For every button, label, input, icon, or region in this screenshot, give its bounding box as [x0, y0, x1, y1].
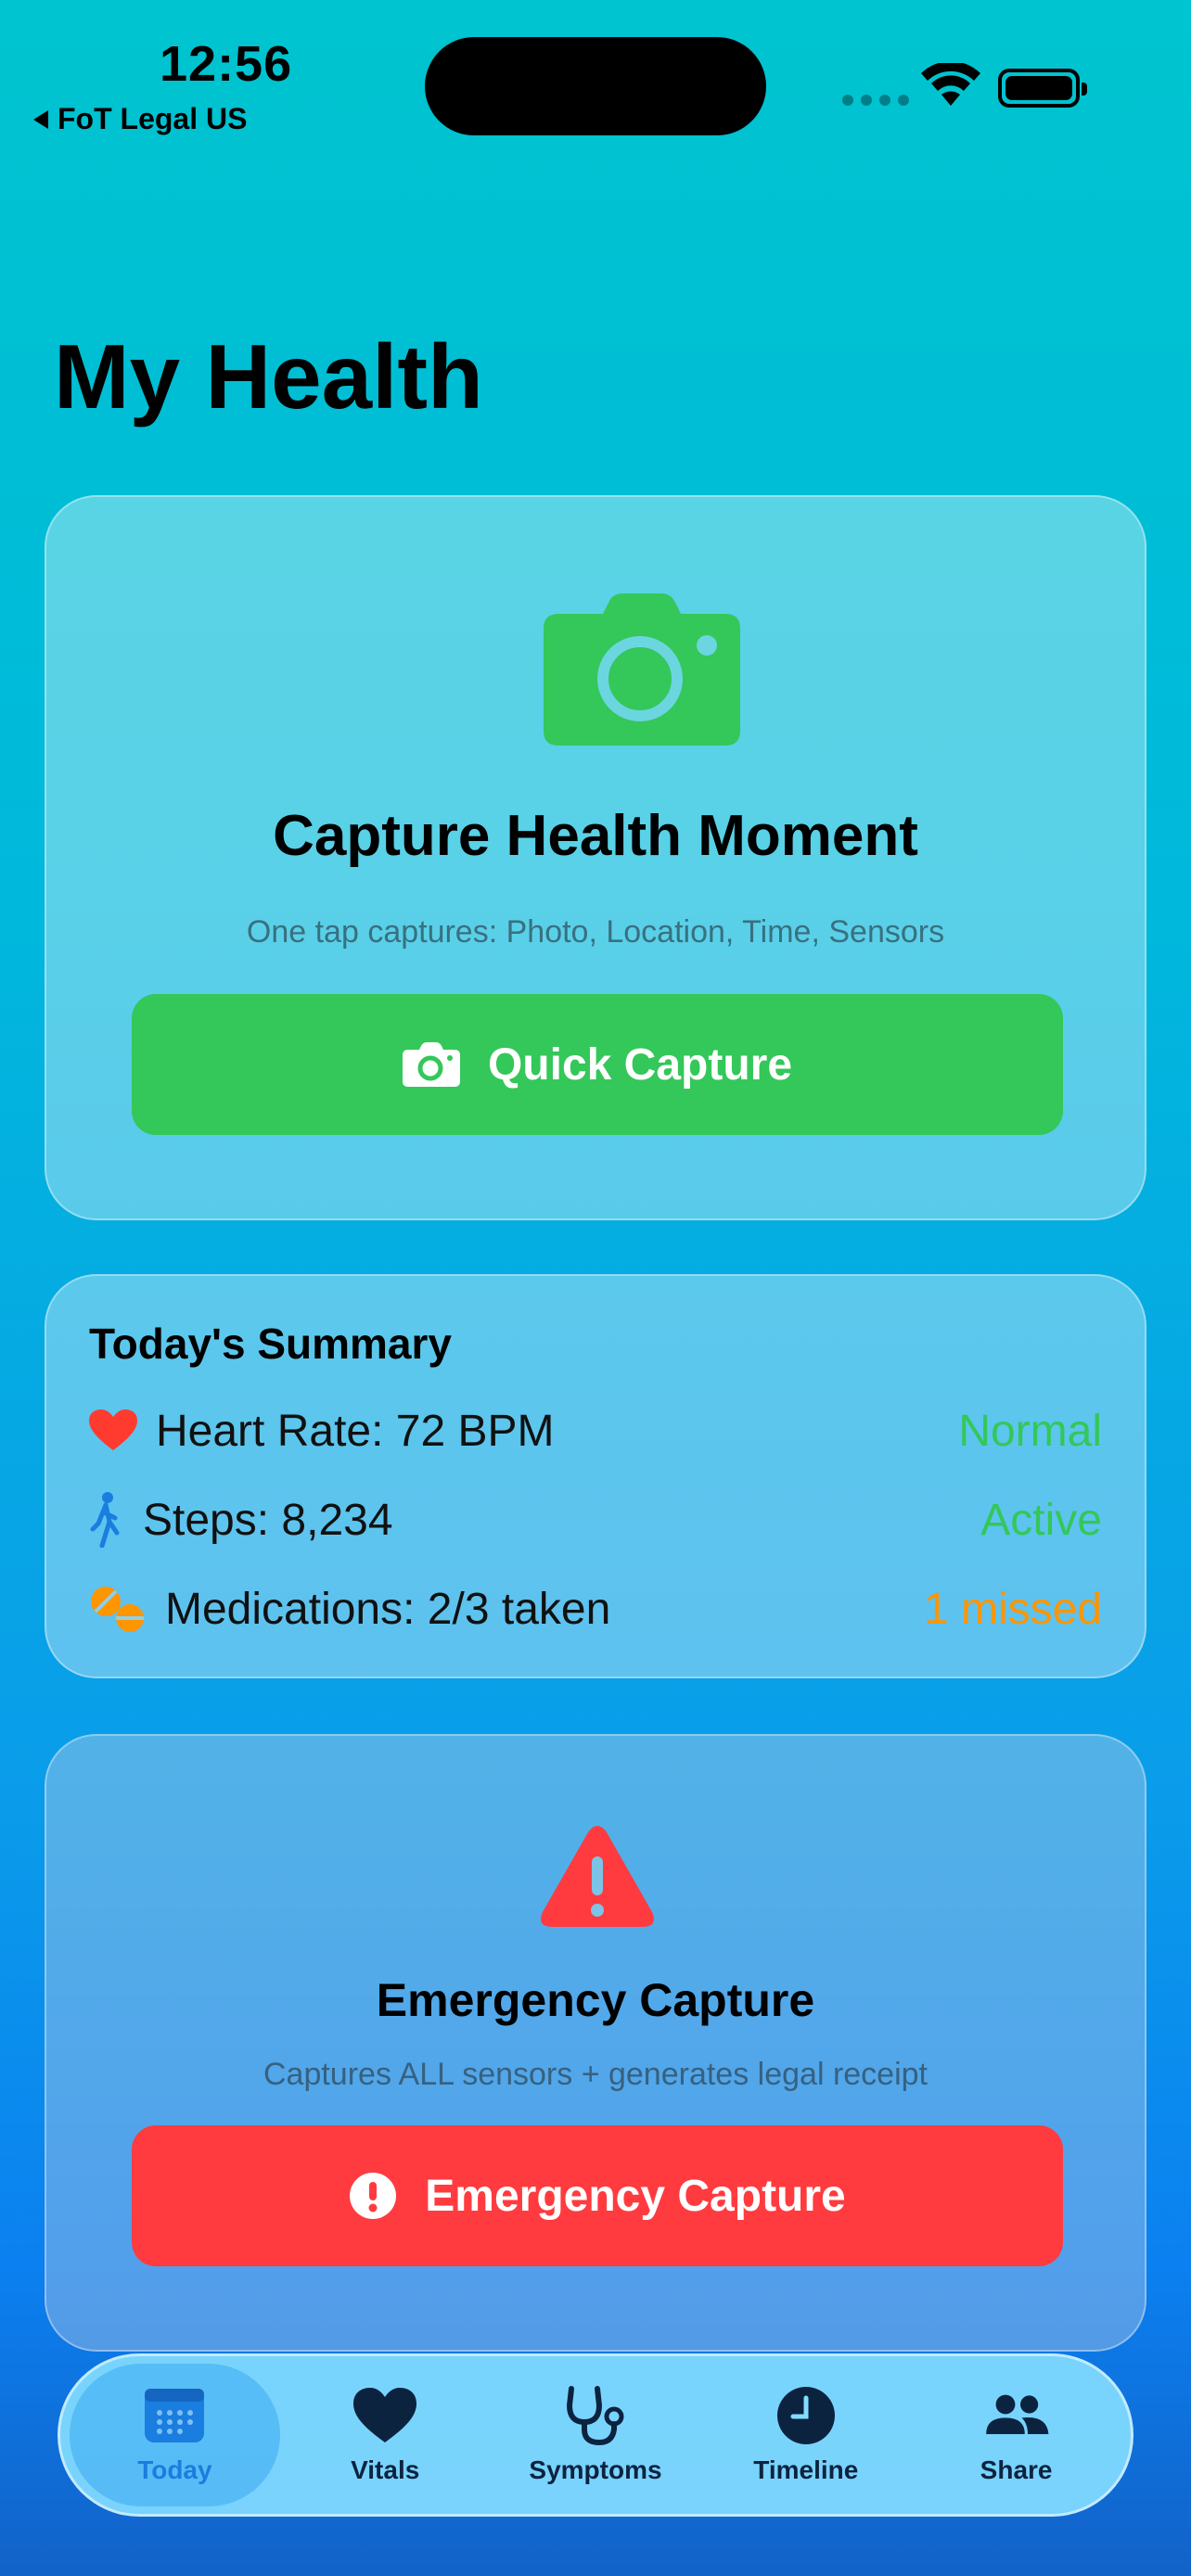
- todays-summary-card: Today's Summary Heart Rate: 72 BPM Norma…: [45, 1274, 1146, 1678]
- tab-share-label: Share: [980, 2455, 1053, 2484]
- medications-label: Medications: 2/3 taken: [165, 1584, 611, 1634]
- camera-small-icon: [402, 1042, 460, 1087]
- back-to-app-link[interactable]: FoT Legal US: [33, 102, 247, 136]
- cellular-signal-icon: [842, 95, 909, 106]
- steps-status: Active: [980, 1495, 1102, 1545]
- capture-health-card: Capture Health Moment One tap captures: …: [45, 495, 1146, 1220]
- stethoscope-icon: [566, 2386, 624, 2446]
- page-title: My Health: [54, 325, 483, 427]
- emergency-card-title: Emergency Capture: [376, 1974, 815, 2026]
- tab-timeline[interactable]: Timeline: [700, 2364, 911, 2506]
- clock-icon: [776, 2387, 835, 2444]
- emergency-card-subtitle: Captures ALL sensors + generates legal r…: [263, 2057, 928, 2092]
- capture-card-subtitle: One tap captures: Photo, Location, Time,…: [246, 914, 945, 950]
- heart-rate-status: Normal: [958, 1406, 1102, 1456]
- heart-rate-label: Heart Rate: 72 BPM: [156, 1406, 555, 1456]
- calendar-icon: [145, 2389, 205, 2442]
- pills-icon: [89, 1585, 147, 1633]
- steps-label: Steps: 8,234: [143, 1495, 393, 1545]
- camera-icon: [544, 593, 740, 746]
- warning-triangle-icon: [541, 1826, 654, 1927]
- walking-icon: [89, 1492, 124, 1548]
- tab-vitals[interactable]: Vitals: [280, 2364, 491, 2506]
- summary-row-heart-rate: Heart Rate: 72 BPM Normal: [89, 1398, 1102, 1463]
- summary-title: Today's Summary: [89, 1320, 452, 1368]
- summary-row-medications: Medications: 2/3 taken 1 missed: [89, 1576, 1102, 1641]
- status-time: 12:56: [160, 36, 293, 92]
- people-icon: [985, 2394, 1048, 2434]
- heart-icon: [353, 2388, 417, 2442]
- status-bar: 12:56 FoT Legal US: [0, 0, 1191, 148]
- battery-icon: [998, 69, 1087, 108]
- heart-icon: [89, 1409, 137, 1452]
- tab-symptoms[interactable]: Symptoms: [491, 2364, 701, 2506]
- summary-row-steps: Steps: 8,234 Active: [89, 1487, 1102, 1552]
- emergency-capture-button[interactable]: Emergency Capture: [132, 2125, 1063, 2266]
- tab-vitals-label: Vitals: [351, 2455, 420, 2484]
- tab-today-label: Today: [137, 2455, 212, 2484]
- tab-symptoms-label: Symptoms: [529, 2455, 662, 2484]
- tab-today[interactable]: Today: [70, 2364, 280, 2506]
- wifi-icon: [921, 63, 980, 106]
- quick-capture-label: Quick Capture: [487, 1039, 793, 1090]
- capture-card-title: Capture Health Moment: [273, 804, 918, 868]
- tab-share[interactable]: Share: [911, 2364, 1121, 2506]
- exclamation-circle-icon: [350, 2173, 397, 2219]
- quick-capture-button[interactable]: Quick Capture: [132, 994, 1063, 1135]
- medications-status: 1 missed: [923, 1584, 1102, 1634]
- tab-timeline-label: Timeline: [753, 2455, 859, 2484]
- emergency-capture-label: Emergency Capture: [425, 2171, 846, 2221]
- emergency-capture-card: Emergency Capture Captures ALL sensors +…: [45, 1734, 1146, 2352]
- tab-bar: Today Vitals Symptoms Timeline Share: [58, 2353, 1133, 2517]
- back-arrow-icon: [33, 109, 48, 129]
- dynamic-island: [425, 37, 766, 135]
- back-app-label: FoT Legal US: [58, 102, 248, 135]
